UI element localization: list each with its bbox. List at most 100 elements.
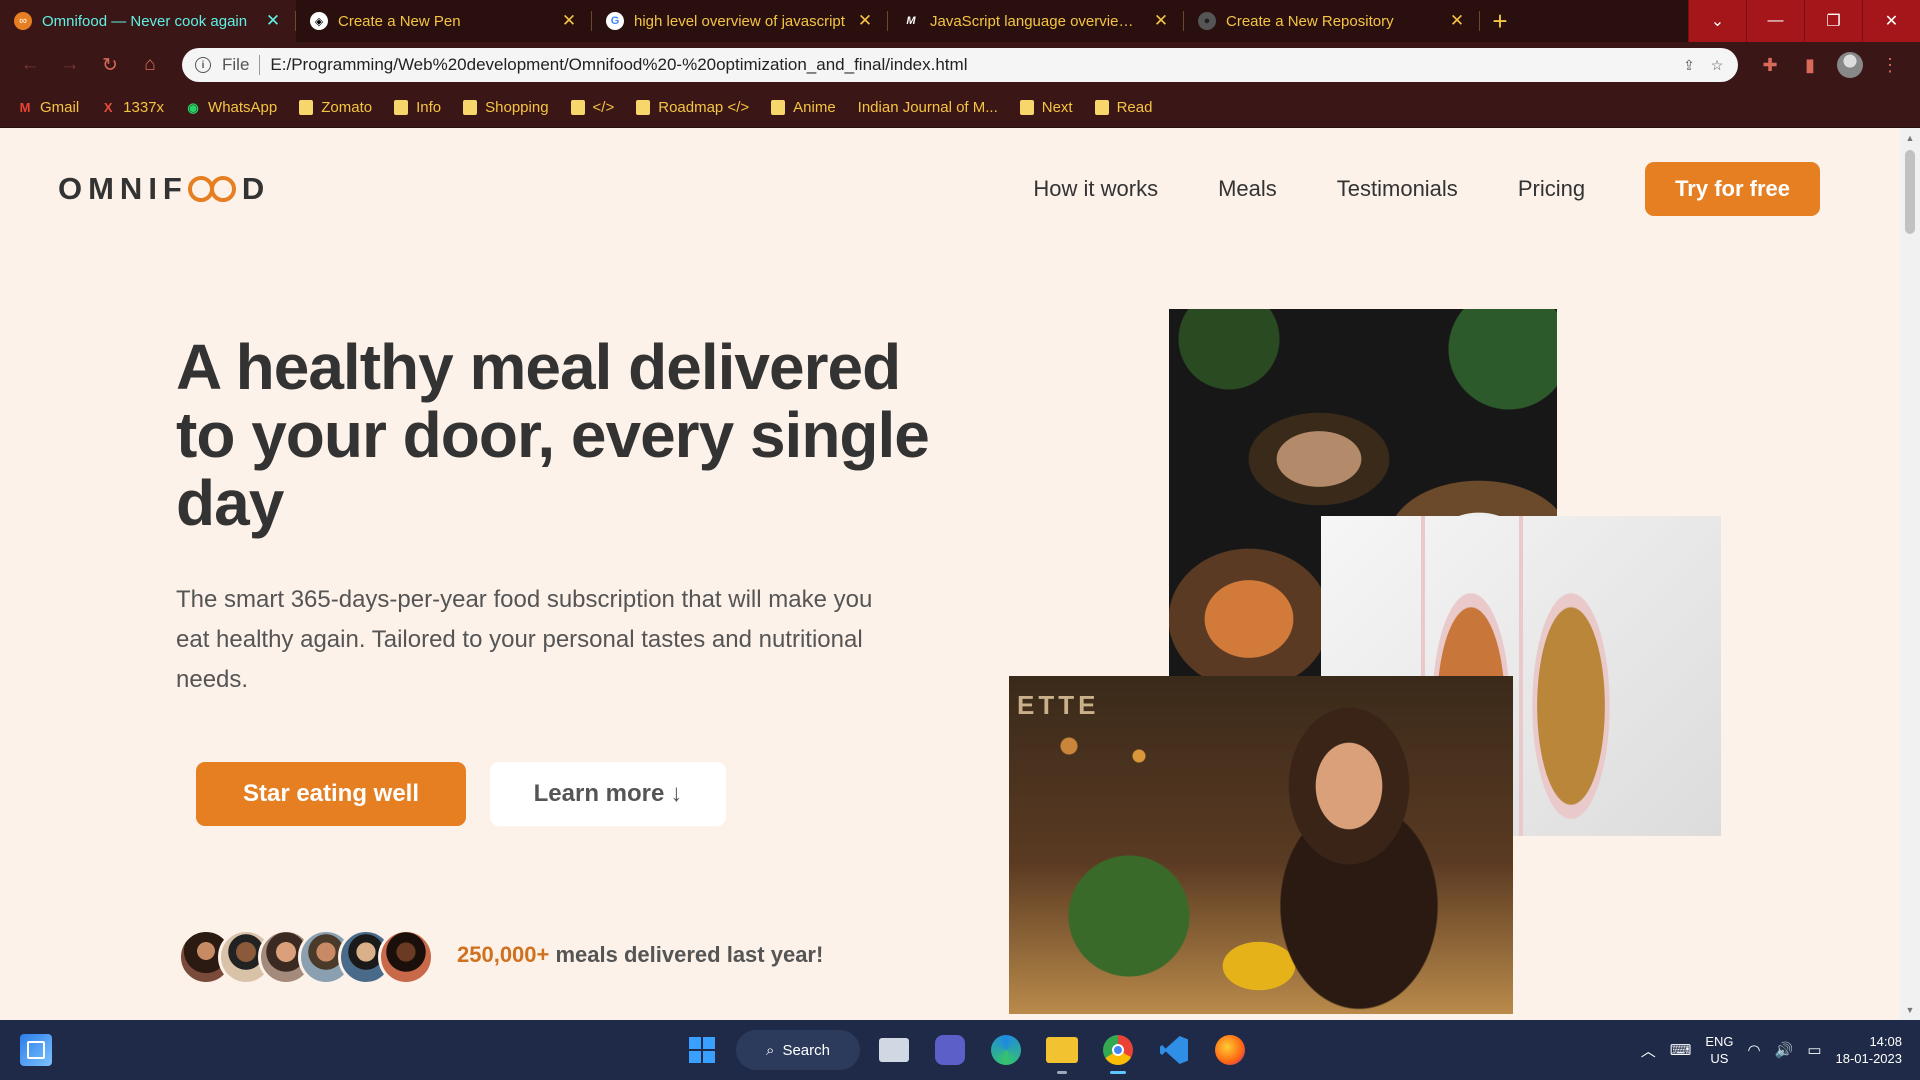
- time: 14:08: [1869, 1034, 1902, 1049]
- scrollbar-thumb[interactable]: [1905, 150, 1915, 234]
- firefox-icon: [1215, 1035, 1245, 1065]
- scroll-down-icon[interactable]: ▼: [1900, 1002, 1920, 1018]
- vscode-app[interactable]: [1152, 1028, 1196, 1072]
- github-icon: ●: [1198, 12, 1216, 30]
- scroll-up-icon[interactable]: ▲: [1900, 130, 1920, 146]
- close-window-button[interactable]: ✕: [1862, 0, 1920, 42]
- wifi-icon[interactable]: ◠: [1748, 1041, 1761, 1059]
- menu-icon[interactable]: ⋮: [1874, 49, 1906, 81]
- chrome-app[interactable]: [1096, 1028, 1140, 1074]
- bookmark-roadmap[interactable]: Roadmap </>: [636, 99, 749, 116]
- widgets-icon: [27, 1041, 45, 1059]
- nav-link-how-it-works[interactable]: How it works: [1033, 176, 1158, 202]
- bookmark-read[interactable]: Read: [1094, 99, 1152, 116]
- date: 18-01-2023: [1835, 1051, 1903, 1066]
- home-icon: ⌂: [144, 54, 156, 75]
- start-button[interactable]: [680, 1028, 724, 1072]
- bookmark-label: Roadmap </>: [658, 99, 750, 116]
- nav-link-pricing[interactable]: Pricing: [1518, 176, 1585, 202]
- bookmark-anime[interactable]: Anime: [771, 99, 836, 116]
- page-scrollbar[interactable]: ▲ ▼: [1900, 128, 1920, 1020]
- back-button[interactable]: ←: [14, 49, 46, 81]
- taskbar-search[interactable]: ⌕ Search: [736, 1030, 860, 1070]
- bookmark-star-icon[interactable]: ☆: [1708, 56, 1726, 74]
- bookmark-code[interactable]: </>: [570, 99, 615, 116]
- folder-icon: [1094, 100, 1109, 115]
- close-icon[interactable]: ✕: [1448, 11, 1466, 31]
- region-code: US: [1710, 1051, 1729, 1066]
- learn-more-button[interactable]: Learn more ↓: [490, 762, 726, 826]
- side-panel-icon[interactable]: ▮: [1794, 49, 1826, 81]
- bookmarks-bar: M Gmail X 1337x ◉ WhatsApp Zomato Info Shop…: [0, 88, 1920, 128]
- bookmark-label: </>: [592, 99, 615, 116]
- logo-infinity-icon: [187, 176, 236, 202]
- clock[interactable]: 14:08 18-01-2023: [1836, 1033, 1903, 1067]
- close-icon[interactable]: ✕: [856, 11, 874, 31]
- tab-github[interactable]: ● Create a New Repository ✕: [1184, 0, 1480, 42]
- bookmark-label: 1337x: [123, 99, 165, 116]
- bookmark-gmail[interactable]: M Gmail: [18, 99, 80, 116]
- folder-icon: [394, 100, 409, 115]
- close-icon[interactable]: ✕: [1152, 11, 1170, 31]
- forward-button[interactable]: →: [54, 49, 86, 81]
- keyboard-icon[interactable]: ⌨: [1670, 1041, 1692, 1059]
- bookmark-next[interactable]: Next: [1019, 99, 1073, 116]
- firefox-app[interactable]: [1208, 1028, 1252, 1072]
- bookmark-label: Gmail: [40, 99, 80, 116]
- new-tab-button[interactable]: +: [1480, 0, 1520, 42]
- bookmark-1337x[interactable]: X 1337x: [101, 99, 164, 116]
- main-nav: How it works Meals Testimonials Pricing …: [1033, 162, 1820, 216]
- nav-link-meals[interactable]: Meals: [1218, 176, 1277, 202]
- tab-omnifood[interactable]: ∞ Omnifood — Never cook again ✕: [0, 0, 296, 42]
- url-text[interactable]: E:/Programming/Web%20development/Omnifoo…: [270, 55, 1670, 75]
- chevron-up-icon[interactable]: ︿: [1641, 1040, 1656, 1061]
- bookmark-label: Indian Journal of M...: [857, 99, 998, 116]
- folder-icon: [636, 100, 651, 115]
- reload-button[interactable]: ↻: [94, 49, 126, 81]
- close-icon[interactable]: ✕: [264, 11, 282, 31]
- restore-button[interactable]: ❐: [1804, 0, 1862, 42]
- arrow-down-icon: ↓: [670, 780, 683, 807]
- info-icon[interactable]: i: [194, 56, 212, 74]
- battery-icon[interactable]: ▭: [1807, 1041, 1821, 1059]
- profile-avatar[interactable]: [1834, 49, 1866, 81]
- x-icon: X: [103, 100, 113, 115]
- browser-toolbar: ← → ↻ ⌂ i File E:/Programming/Web%20deve…: [0, 42, 1920, 88]
- nav-link-testimonials[interactable]: Testimonials: [1337, 176, 1458, 202]
- tab-mdn[interactable]: M JavaScript language overview - Ja ✕: [888, 0, 1184, 42]
- bookmark-info[interactable]: Info: [394, 99, 441, 116]
- page-viewport: OMNIF D How it works Meals Testimonials …: [0, 128, 1900, 1020]
- meals-delivered-label: meals delivered last year!: [555, 942, 824, 967]
- meet-app[interactable]: [928, 1028, 972, 1072]
- home-button[interactable]: ⌂: [134, 49, 166, 81]
- edge-icon: [991, 1035, 1021, 1065]
- learn-more-label: Learn more: [533, 780, 665, 807]
- minimize-button[interactable]: —: [1746, 0, 1804, 42]
- tab-search-button[interactable]: ⌄: [1688, 0, 1746, 42]
- bookmark-indian-journal[interactable]: Indian Journal of M...: [858, 99, 998, 116]
- bookmark-whatsapp[interactable]: ◉ WhatsApp: [186, 99, 277, 116]
- site-logo[interactable]: OMNIF D: [58, 171, 270, 207]
- logo-text-start: OMNIF: [58, 171, 188, 206]
- vscode-icon: [1160, 1036, 1188, 1064]
- extensions-icon[interactable]: ✚: [1754, 49, 1786, 81]
- language-indicator[interactable]: ENG US: [1705, 1033, 1733, 1067]
- search-label: Search: [782, 1041, 830, 1059]
- try-for-free-button[interactable]: Try for free: [1645, 162, 1820, 216]
- volume-icon[interactable]: 🔊: [1775, 1041, 1794, 1059]
- task-view-button[interactable]: [872, 1028, 916, 1072]
- widgets-button[interactable]: [20, 1034, 52, 1066]
- bookmark-zomato[interactable]: Zomato: [299, 99, 372, 116]
- scheme-label: File: [222, 55, 250, 74]
- share-icon[interactable]: ⇪: [1680, 56, 1698, 74]
- tab-google[interactable]: G high level overview of javascript ✕: [592, 0, 888, 42]
- tab-codepen[interactable]: ◈ Create a New Pen ✕: [296, 0, 592, 42]
- edge-app[interactable]: [984, 1028, 1028, 1072]
- address-bar[interactable]: i File E:/Programming/Web%20development/…: [182, 48, 1738, 82]
- meet-icon: [935, 1035, 965, 1065]
- file-explorer-app[interactable]: [1040, 1028, 1084, 1074]
- bookmark-shopping[interactable]: Shopping: [463, 99, 549, 116]
- arrow-left-icon: ←: [20, 54, 40, 75]
- close-icon[interactable]: ✕: [560, 11, 578, 31]
- start-eating-button[interactable]: Star eating well: [196, 762, 466, 826]
